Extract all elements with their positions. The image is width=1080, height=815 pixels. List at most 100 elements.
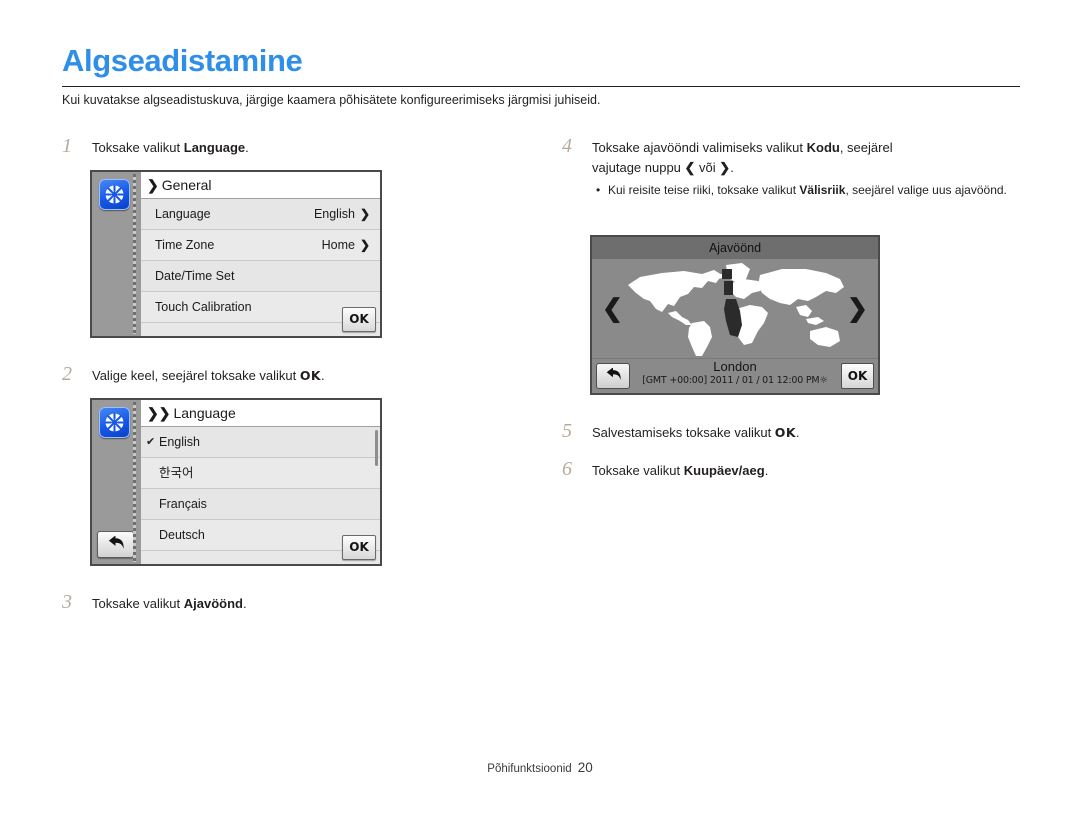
sidebar-dotted-divider <box>133 402 136 562</box>
general-title-text: General <box>161 177 212 193</box>
step-6-text-after: . <box>764 463 769 478</box>
ok-button[interactable]: OK <box>841 363 874 389</box>
language-item-korean[interactable]: 한국어 <box>141 458 380 489</box>
gear-icon <box>99 407 130 438</box>
step-number: 4 <box>562 135 572 157</box>
step-6-text-before: Toksake valikut <box>592 463 684 478</box>
step-1: 1 Toksake valikut Language. <box>62 135 492 158</box>
menu-row-value: Home ❯ <box>322 230 370 260</box>
step-1-bold: Language <box>183 140 246 155</box>
chevron-left-icon: ❮ <box>684 160 696 175</box>
language-item-label: 한국어 <box>159 466 194 480</box>
step-text: Valige keel, seejärel toksake valikut OK… <box>92 366 492 386</box>
step-4-line1-before: Toksake ajavööndi valimiseks valikut <box>592 140 807 155</box>
prev-timezone-arrow-icon[interactable]: ❮ <box>602 296 623 322</box>
menu-row-value-text: English <box>313 207 355 221</box>
bullet-bold: Välisriik <box>799 183 846 197</box>
step-number: 2 <box>62 363 72 385</box>
step-6-bold: Kuupäev/aeg <box>683 463 765 478</box>
ok-glyph: OK <box>774 425 796 440</box>
sun-icon: ☼ <box>819 375 828 386</box>
step-1-text-before: Toksake valikut <box>92 140 184 155</box>
title-divider <box>62 86 1020 87</box>
gear-icon <box>99 179 130 210</box>
menu-row-value-text: Home <box>321 238 355 252</box>
chevron-right-icon: ❯ <box>719 160 731 175</box>
bullet-text-after: , seejärel valige uus ajavöönd. <box>845 183 1007 197</box>
menu-row-label: Date/Time Set <box>155 269 235 283</box>
step-number: 1 <box>62 135 72 157</box>
bullet-dot-icon: • <box>596 183 601 197</box>
chevron-right-icon: ❯ <box>359 238 370 252</box>
step-6: 6 Toksake valikut Kuupäev/aeg. <box>562 458 1032 481</box>
world-map: ❮ ❯ <box>592 259 878 359</box>
step-text: Toksake valikut Kuupäev/aeg. <box>592 461 1032 481</box>
step-number: 6 <box>562 458 572 480</box>
step-text: Toksake valikut Language. <box>92 138 492 158</box>
menu-row-label: Language <box>155 207 211 221</box>
timezone-city: London <box>713 359 757 374</box>
step-4-line2-before: vajutage nuppu <box>592 160 685 175</box>
ok-button[interactable]: OK <box>342 535 376 560</box>
timezone-footer: London [GMT +00:00] 2011 / 01 / 01 12:00… <box>592 358 878 393</box>
chevron-double-right-icon: ❯❯ <box>147 405 171 421</box>
step-text: Toksake valikut Ajavöönd. <box>92 594 492 614</box>
language-menu-body: ❯❯ Language ✔ English 한국어 Français Deutsc… <box>141 400 380 564</box>
right-column: 4 Toksake ajavööndi valimiseks valikut K… <box>562 135 1032 487</box>
step-3-bold: Ajavöönd <box>183 596 243 611</box>
step-4-line2-after: . <box>730 160 734 175</box>
timezone-title: Ajavöönd <box>592 237 878 259</box>
step-number: 5 <box>562 420 572 442</box>
step-3-text-after: . <box>243 596 247 611</box>
footer-section: Põhifunktsioonid <box>487 763 572 775</box>
menu-row-date-time-set[interactable]: Date/Time Set <box>141 261 380 292</box>
step-5: 5 Salvestamiseks toksake valikut OK. <box>562 420 1032 443</box>
language-item-english[interactable]: ✔ English <box>141 427 380 458</box>
general-screen-title: ❯ General <box>141 172 380 199</box>
back-button[interactable] <box>97 531 134 558</box>
menu-row-value: English ❯ <box>314 199 370 229</box>
step-number: 3 <box>62 591 72 613</box>
step-5-text-before: Salvestamiseks toksake valikut <box>592 425 775 440</box>
step-1-text-after: . <box>245 140 249 155</box>
page-title: Algseadistamine <box>62 43 303 78</box>
general-menu-screen: ❯ General Language English ❯ Time Zone Hom… <box>90 170 382 338</box>
step-text: Salvestamiseks toksake valikut OK. <box>592 423 1032 443</box>
ok-glyph: OK <box>299 368 321 383</box>
step-4-line1-after: , seejärel <box>839 140 893 155</box>
check-icon: ✔ <box>146 436 156 448</box>
menu-row-label: Time Zone <box>155 238 215 252</box>
step-text: Toksake ajavööndi valimiseks valikut Kod… <box>592 138 1032 178</box>
timezone-info-text: [GMT +00:00] 2011 / 01 / 01 12:00 PM <box>642 375 820 386</box>
timezone-info: [GMT +00:00] 2011 / 01 / 01 12:00 PM☼ <box>592 374 878 388</box>
screen-sidebar <box>92 172 138 336</box>
next-timezone-arrow-icon[interactable]: ❯ <box>847 296 868 322</box>
left-column: 1 Toksake valikut Language. ❯ General La… <box>62 135 492 620</box>
ok-button[interactable]: OK <box>342 307 376 332</box>
language-item-french[interactable]: Français <box>141 489 380 520</box>
menu-row-label: Touch Calibration <box>155 300 252 314</box>
general-menu-body: ❯ General Language English ❯ Time Zone Hom… <box>141 172 380 336</box>
chevron-right-icon: ❯ <box>147 177 159 193</box>
timezone-screen: Ajavöönd ❮ ❯ London [GMT +00:00] 2011 / … <box>590 235 880 395</box>
step-3-text-before: Toksake valikut <box>92 596 184 611</box>
step-2-text-before: Valige keel, seejärel toksake valikut <box>92 368 300 383</box>
language-item-label: Français <box>159 497 207 511</box>
manual-page: Algseadistamine Kui kuvatakse algseadist… <box>0 0 1080 815</box>
screen-sidebar <box>92 400 138 564</box>
language-item-label: English <box>159 435 200 449</box>
step-2: 2 Valige keel, seejärel toksake valikut … <box>62 363 492 386</box>
scrollbar[interactable] <box>375 430 378 466</box>
page-subtitle: Kui kuvatakse algseadistuskuva, järgige … <box>62 93 601 107</box>
language-screen-title: ❯❯ Language <box>141 400 380 427</box>
step-2-text-after: . <box>321 368 325 383</box>
step-4: 4 Toksake ajavööndi valimiseks valikut K… <box>562 135 1032 199</box>
page-footer: Põhifunktsioonid 20 <box>0 760 1080 775</box>
menu-row-time-zone[interactable]: Time Zone Home ❯ <box>141 230 380 261</box>
footer-page-number: 20 <box>577 760 593 775</box>
menu-row-language[interactable]: Language English ❯ <box>141 199 380 230</box>
